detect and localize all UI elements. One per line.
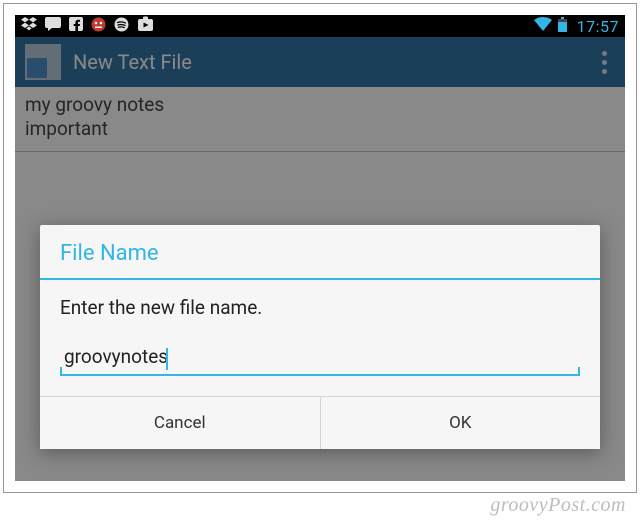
ok-button[interactable]: OK <box>320 397 601 449</box>
watermark: groovyPost.com <box>490 494 626 517</box>
device-screen: 17:57 New Text File my groovy notes impo… <box>15 15 625 481</box>
cancel-button[interactable]: Cancel <box>40 397 320 449</box>
wifi-icon <box>534 17 552 35</box>
dropbox-icon <box>21 17 37 35</box>
file-name-input-value: groovynotes <box>64 345 168 368</box>
facebook-icon <box>69 17 83 35</box>
file-name-input[interactable]: groovynotes <box>60 343 580 376</box>
file-name-dialog: File Name Enter the new file name. groov… <box>40 225 600 449</box>
text-cursor <box>166 348 168 370</box>
spotify-icon <box>114 17 129 36</box>
playstore-icon <box>137 16 154 37</box>
messages-icon <box>45 17 61 35</box>
dialog-title: File Name <box>40 225 600 280</box>
dialog-message: Enter the new file name. <box>60 296 580 319</box>
status-bar: 17:57 <box>15 15 625 37</box>
battery-icon <box>558 17 567 36</box>
status-clock: 17:57 <box>577 17 619 36</box>
emoji-icon <box>91 17 106 36</box>
